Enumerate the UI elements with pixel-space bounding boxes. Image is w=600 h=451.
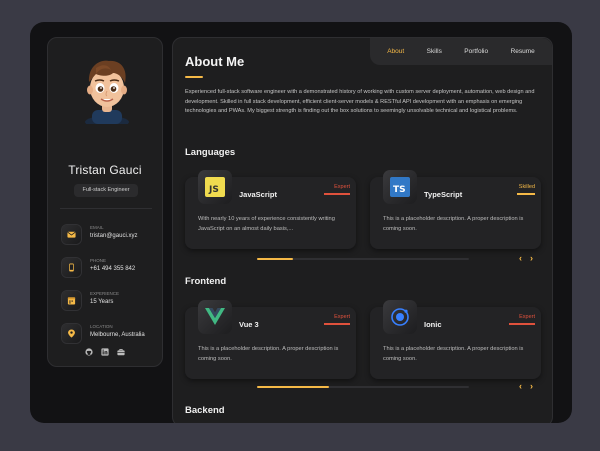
chevron-right-icon[interactable]: ›	[530, 382, 533, 391]
svg-text:JS: JS	[208, 185, 219, 195]
skill-level: Expert	[519, 314, 535, 320]
contact-label: Phone	[90, 258, 107, 263]
javascript-icon: JS	[198, 170, 232, 204]
contact-label: Email	[90, 225, 104, 230]
contact-label: Experience	[90, 291, 120, 296]
nav-skills[interactable]: Skills	[427, 48, 442, 55]
chevron-left-icon[interactable]: ‹	[519, 382, 522, 391]
skill-description: This is a placeholder description. A pro…	[383, 346, 524, 362]
contact-label: Location	[90, 324, 113, 329]
skill-level: Skilled	[518, 184, 535, 190]
main-panel: About Skills Portfolio Resume About Me E…	[172, 37, 553, 423]
chevron-left-icon[interactable]: ‹	[519, 254, 522, 263]
nav-portfolio[interactable]: Portfolio	[464, 48, 488, 55]
skill-level: Expert	[334, 184, 350, 190]
carousel-controls: ‹ ›	[519, 254, 533, 263]
nav-about[interactable]: About	[387, 48, 404, 55]
skill-name: Ionic	[424, 320, 442, 329]
ionic-icon	[383, 300, 417, 334]
contact-value: 15 Years	[90, 299, 114, 305]
contact-phone: Phone +61 494 355 842	[62, 256, 158, 282]
typescript-icon: TS	[383, 170, 417, 204]
skill-card-typescript[interactable]: TS TypeScript Skilled This is a placehol…	[370, 170, 541, 249]
role-badge: Full-stack Engineer	[74, 184, 138, 197]
avatar	[76, 52, 138, 128]
carousel-controls: ‹ ›	[519, 382, 533, 391]
github-icon[interactable]	[85, 343, 93, 356]
skill-description: This is a placeholder description. A pro…	[198, 346, 339, 362]
profile-name: Tristan Gauci	[68, 163, 142, 177]
section-title-languages: Languages	[185, 147, 236, 158]
page-title: About Me	[185, 54, 245, 69]
social-links	[48, 343, 162, 356]
skill-card-javascript[interactable]: JS JavaScript Expert With nearly 10 year…	[185, 170, 356, 249]
app-window: Tristan Gauci Full-stack Engineer Email …	[30, 22, 572, 423]
contact-email: Email tristan@gauci.xyz	[62, 223, 158, 249]
carousel-scroll-thumb[interactable]	[257, 258, 293, 260]
section-title-backend: Backend	[185, 405, 225, 416]
vue-icon	[198, 300, 232, 334]
contact-value[interactable]: tristan@gauci.xyz	[90, 233, 137, 239]
skill-level-bar	[324, 193, 350, 195]
briefcase-icon[interactable]	[117, 343, 125, 356]
contact-value: Melbourne, Australia	[90, 332, 145, 338]
contact-value[interactable]: +61 494 355 842	[90, 266, 135, 272]
top-nav: About Skills Portfolio Resume	[370, 38, 552, 65]
skill-name: JavaScript	[239, 190, 277, 199]
section-title-frontend: Frontend	[185, 276, 227, 287]
skill-level: Expert	[334, 314, 350, 320]
skill-name: TypeScript	[424, 190, 463, 199]
linkedin-icon[interactable]	[101, 343, 109, 356]
skill-card-vue[interactable]: Vue 3 Expert This is a placeholder descr…	[185, 300, 356, 379]
calendar-icon	[62, 291, 81, 310]
skill-level-bar	[324, 323, 350, 325]
location-pin-icon	[62, 324, 81, 343]
about-text: Experienced full-stack software engineer…	[185, 89, 535, 114]
carousel-scrollbar[interactable]	[257, 258, 469, 260]
skill-card-ionic[interactable]: Ionic Expert This is a placeholder descr…	[370, 300, 541, 379]
carousel-scroll-thumb[interactable]	[257, 386, 329, 388]
carousel-scrollbar[interactable]	[257, 386, 469, 388]
divider	[60, 208, 152, 209]
title-underline	[185, 76, 203, 78]
mail-icon	[62, 225, 81, 244]
skill-name: Vue 3	[239, 320, 259, 329]
skill-level-bar	[517, 193, 535, 195]
chevron-right-icon[interactable]: ›	[530, 254, 533, 263]
phone-icon	[62, 258, 81, 277]
profile-sidebar: Tristan Gauci Full-stack Engineer Email …	[47, 37, 163, 367]
nav-resume[interactable]: Resume	[511, 48, 535, 55]
skill-description: This is a placeholder description. A pro…	[383, 216, 524, 232]
contact-experience: Experience 15 Years	[62, 289, 158, 315]
svg-text:TS: TS	[393, 185, 406, 195]
skill-description: With nearly 10 years of experience consi…	[198, 216, 335, 232]
skill-level-bar	[509, 323, 535, 325]
